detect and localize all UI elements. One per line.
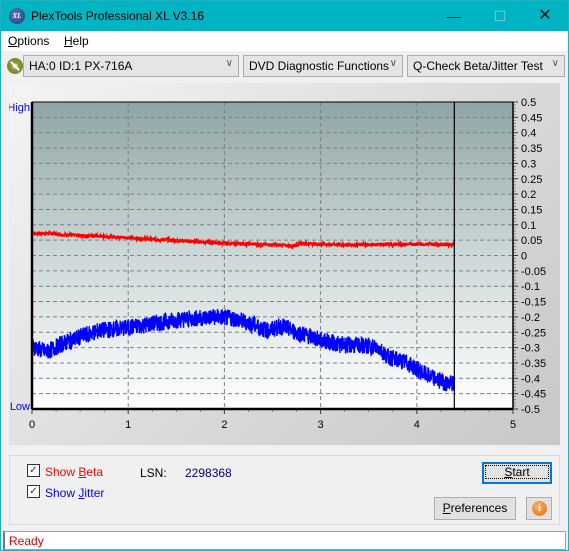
close-button[interactable]: ✕: [522, 1, 568, 31]
y-tick-label: 0.2: [521, 189, 536, 201]
x-tick-label: 4: [414, 419, 420, 431]
y-tick-label: 0.15: [521, 204, 542, 216]
y-tick-label: -0.05: [521, 266, 546, 278]
lsn-value: 2298368: [185, 466, 232, 480]
drive-select-value: HA:0 ID:1 PX-716A: [29, 59, 133, 73]
minimize-button[interactable]: —: [431, 1, 477, 31]
x-tick-label: 1: [125, 419, 131, 431]
menu-help[interactable]: Help: [64, 34, 89, 48]
title-bar: XL PlexTools Professional XL V3.16 — ☐ ✕: [1, 1, 568, 31]
x-tick-label: 0: [29, 419, 35, 431]
y-tick-label: -0.25: [521, 327, 546, 339]
beta-jitter-chart: 0.5 0.45 0.4 0.35 0.3 0.25 0.2 0.15 0.1 0.05 0 -0.0…: [9, 97, 546, 431]
lsn-label: LSN:: [140, 466, 167, 480]
show-beta-label[interactable]: Show Beta: [45, 465, 103, 479]
test-select[interactable]: Q-Check Beta/Jitter Test ∨: [407, 55, 565, 77]
y-tick-label: -0.1: [521, 281, 540, 293]
start-text: tart: [512, 465, 530, 479]
menu-help-label: elp: [72, 34, 89, 48]
maximize-button[interactable]: ☐: [477, 1, 523, 31]
info-button[interactable]: i: [526, 497, 552, 520]
menu-bar: Options Help: [1, 31, 568, 51]
menu-options-label: ptions: [17, 34, 50, 48]
start-button-label: Start: [485, 465, 549, 479]
start-button[interactable]: Start: [482, 462, 552, 484]
menu-help-accel: H: [64, 34, 73, 48]
chevron-down-icon: ∨: [389, 58, 397, 69]
y-tick-label: 0.05: [521, 235, 542, 247]
y-tick-label: -0.35: [521, 358, 546, 370]
preferences-button[interactable]: Preferences: [434, 497, 516, 520]
show-jitter-checkbox[interactable]: ✓: [27, 485, 40, 498]
low-label: Low: [10, 401, 30, 413]
show-jitter-text-end: itter: [84, 486, 105, 500]
y-tick-label: 0: [521, 251, 527, 263]
test-select-value: Q-Check Beta/Jitter Test: [413, 59, 543, 73]
function-select-value: DVD Diagnostic Functions: [249, 59, 390, 73]
status-text: Ready: [9, 534, 44, 548]
chevron-down-icon: ∨: [551, 58, 559, 69]
y-tick-label: 0.4: [521, 128, 536, 140]
show-beta-text-end: eta: [86, 465, 104, 479]
show-beta-text: Show: [45, 465, 79, 479]
y-tick-label: 0.5: [521, 97, 536, 109]
toolbar: HA:0 ID:1 PX-716A ∨ DVD Diagnostic Funct…: [1, 51, 568, 81]
y-tick-label: -0.15: [521, 297, 546, 309]
x-tick-label: 2: [221, 419, 227, 431]
high-label: High: [9, 102, 30, 114]
y-tick-label: 0.45: [521, 112, 542, 124]
y-tick-label: 0.3: [521, 158, 536, 170]
function-select[interactable]: DVD Diagnostic Functions ∨: [243, 55, 403, 77]
chevron-down-icon: ∨: [225, 58, 233, 69]
y-tick-label: 0.1: [521, 220, 536, 232]
menu-options-accel: O: [8, 34, 18, 48]
window-title: PlexTools Professional XL V3.16: [31, 9, 204, 23]
y-tick-label: -0.3: [521, 343, 540, 355]
x-tick-label: 5: [510, 419, 516, 431]
chart-panel: 0.5 0.45 0.4 0.35 0.3 0.25 0.2 0.15 0.1 0.05 0 -0.0…: [9, 83, 560, 445]
y-tick-label: 0.35: [521, 143, 542, 155]
preferences-accel: P: [442, 501, 451, 515]
show-beta-checkbox[interactable]: ✓: [27, 464, 40, 477]
preferences-text: references: [450, 501, 508, 515]
disc-drive-icon: [7, 58, 23, 74]
menu-options[interactable]: Options: [8, 34, 49, 48]
xl-logo-icon: XL: [9, 8, 25, 24]
y-tick-label: -0.45: [521, 389, 546, 401]
y-tick-label: -0.2: [521, 312, 540, 324]
info-icon: i: [532, 501, 547, 516]
show-jitter-label[interactable]: Show Jitter: [45, 486, 104, 500]
y-tick-label: -0.4: [521, 373, 540, 385]
y-tick-label: -0.5: [521, 404, 540, 416]
status-bar: Ready: [3, 531, 566, 550]
y-tick-label: 0.25: [521, 174, 542, 186]
controls-panel: ✓ Show Beta ✓ Show Jitter LSN: 2298368 S…: [9, 455, 560, 525]
drive-select[interactable]: HA:0 ID:1 PX-716A ∨: [23, 55, 239, 77]
app-window: XL PlexTools Professional XL V3.16 — ☐ ✕…: [0, 0, 569, 551]
show-jitter-text: Show: [45, 486, 79, 500]
x-tick-label: 3: [318, 419, 324, 431]
